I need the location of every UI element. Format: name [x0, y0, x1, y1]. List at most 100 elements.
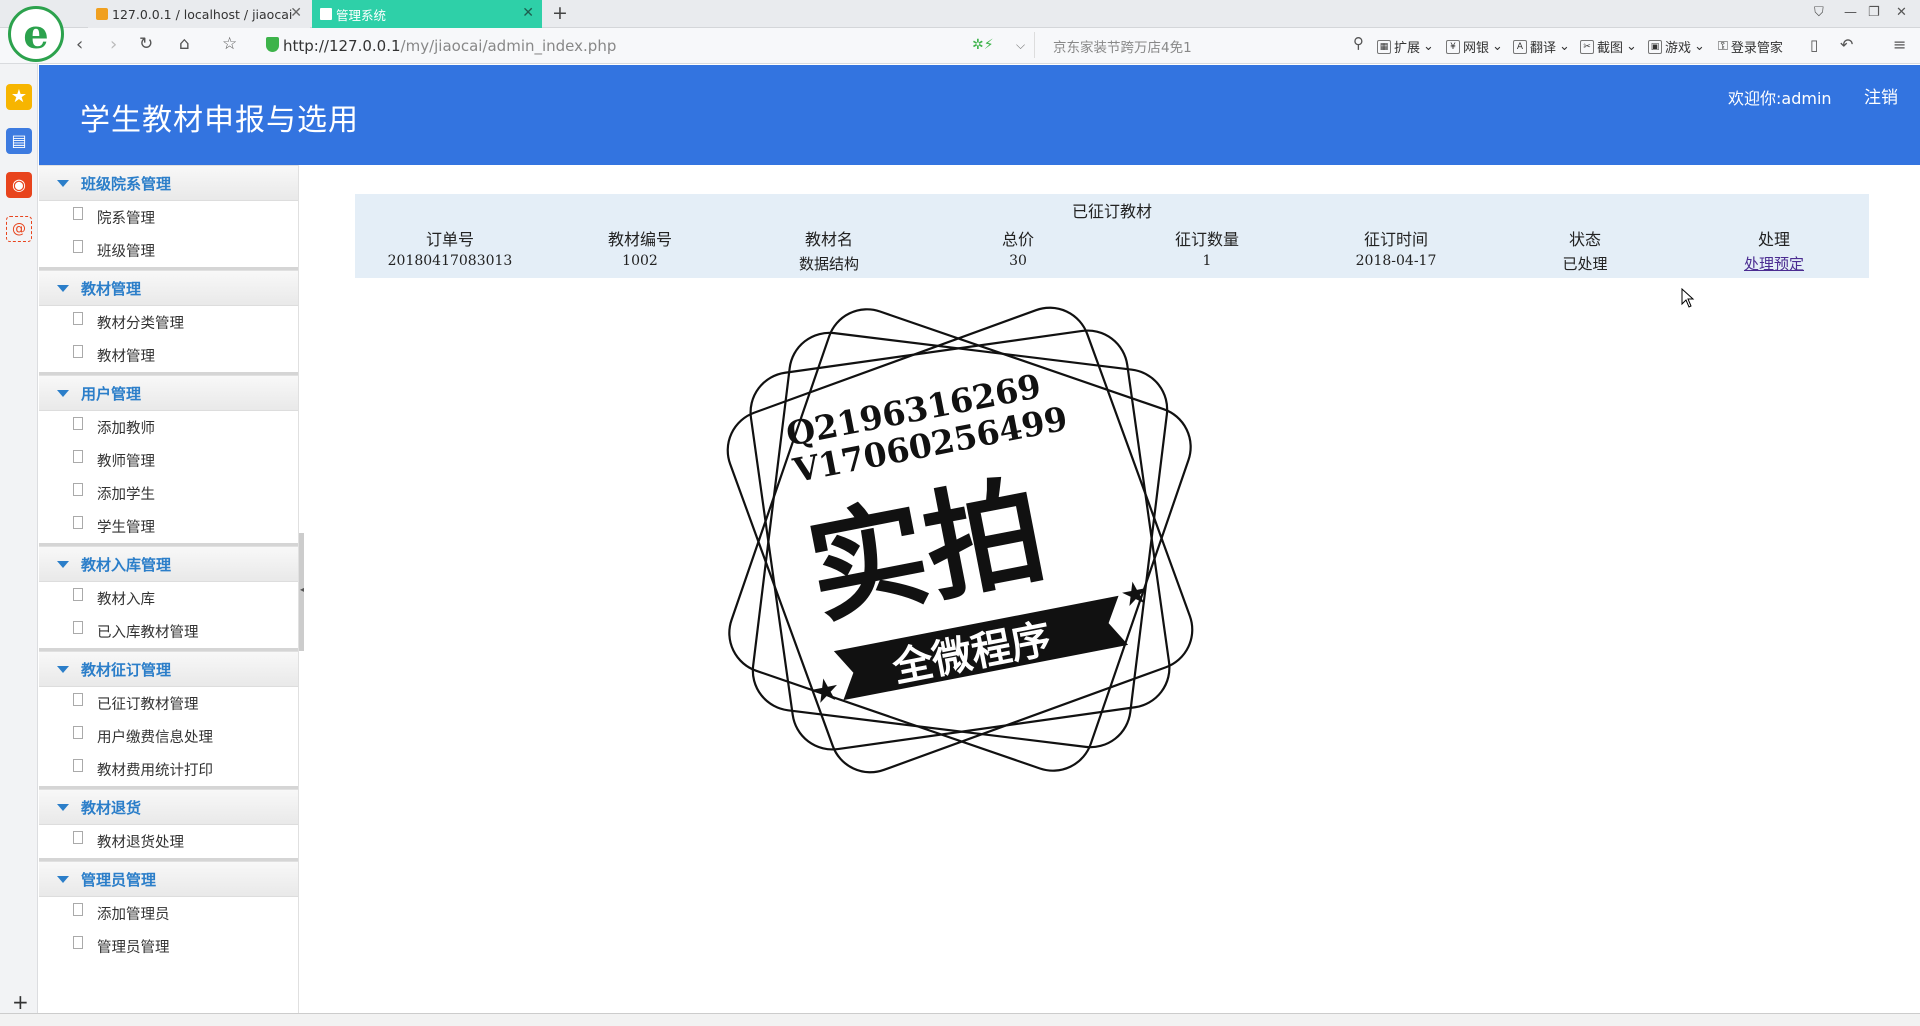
- document-icon: [73, 588, 83, 601]
- reader-icon[interactable]: ▯: [1810, 36, 1818, 54]
- document-icon: [73, 621, 83, 634]
- menu-group-label: 教材管理: [81, 279, 142, 298]
- action-cell: 处理预定: [1679, 253, 1869, 274]
- games-button[interactable]: ▣ 游戏 ⌄: [1648, 37, 1705, 56]
- translate-button[interactable]: A 翻译 ⌄: [1513, 37, 1570, 56]
- screenshot-icon: ✂: [1580, 39, 1594, 54]
- search-box[interactable]: 京东家装节跨万店4免1 ⚲: [1034, 32, 1370, 58]
- total-price: 30: [1009, 253, 1027, 269]
- menu-group-header[interactable]: 教材入库管理: [39, 546, 298, 582]
- menu-item-book-manage[interactable]: 教材管理: [39, 339, 298, 372]
- address-bar[interactable]: http://127.0.0.1/my/jiaocai/admin_index.…: [283, 37, 616, 55]
- browser-tab-admin[interactable]: 管理系统 ✕: [312, 0, 542, 28]
- menu-item-stock-in[interactable]: 教材入库: [39, 582, 298, 615]
- close-icon[interactable]: ✕: [290, 5, 302, 21]
- sidebar-collapse-handle[interactable]: ◂: [299, 533, 304, 651]
- browser-logo-icon[interactable]: e: [8, 6, 64, 62]
- forward-icon[interactable]: ›: [110, 34, 117, 55]
- menu-item-class[interactable]: 班级管理: [39, 234, 298, 267]
- menu-item-label: 班级管理: [97, 244, 155, 260]
- order-date: 2018-04-17: [1355, 253, 1437, 269]
- menu-item-teacher-manage[interactable]: 教师管理: [39, 444, 298, 477]
- menu-item-fee-print[interactable]: 教材费用统计打印: [39, 753, 298, 786]
- menu-item-payment-info[interactable]: 用户缴费信息处理: [39, 720, 298, 753]
- menu-item-add-student[interactable]: 添加学生: [39, 477, 298, 510]
- new-tab-button[interactable]: +: [552, 2, 568, 24]
- menu-group-header[interactable]: 管理员管理: [39, 861, 298, 897]
- triangle-down-icon: [57, 803, 69, 811]
- logout-link[interactable]: 注销: [1864, 83, 1898, 108]
- extensions-button[interactable]: ▦ 扩展 ⌄: [1377, 37, 1434, 56]
- tool-label: 扩展: [1394, 41, 1421, 56]
- document-icon: [73, 345, 83, 358]
- menu-item-book-category[interactable]: 教材分类管理: [39, 306, 298, 339]
- menu-item-admin-manage[interactable]: 管理员管理: [39, 930, 298, 963]
- menu-item-label: 教材退货处理: [97, 835, 184, 851]
- menu-item-label: 用户缴费信息处理: [97, 730, 213, 746]
- triangle-down-icon: [57, 179, 69, 187]
- menu-group-admins: 管理员管理 添加管理员 管理员管理: [39, 861, 298, 963]
- menu-group-header[interactable]: 教材管理: [39, 270, 298, 306]
- table-caption: 已征订教材: [1071, 202, 1152, 221]
- menu-item-label: 教材管理: [97, 349, 155, 365]
- menu-group-label: 管理员管理: [81, 870, 157, 889]
- reload-icon[interactable]: ↻: [139, 34, 153, 54]
- menu-item-return[interactable]: 教材退货处理: [39, 825, 298, 858]
- watermark-stamp: Q2196316269 V17060256499 实拍 全微程序 ★ ★: [726, 306, 1194, 774]
- menu-item-student-manage[interactable]: 学生管理: [39, 510, 298, 543]
- column-header: 教材名: [804, 230, 853, 249]
- address-toolbar: ‹ › ↻ ⌂ ☆ http://127.0.0.1/my/jiaocai/ad…: [0, 28, 1920, 64]
- menu-item-dept[interactable]: 院系管理: [39, 201, 298, 234]
- close-icon[interactable]: ✕: [522, 5, 534, 21]
- search-input[interactable]: 京东家装节跨万店4免1: [1053, 36, 1192, 56]
- menu-group-returns: 教材退货 教材退货处理: [39, 789, 298, 861]
- document-icon: [73, 450, 83, 463]
- column-header: 教材编号: [607, 230, 672, 249]
- document-icon: [73, 726, 83, 739]
- menu-group-header[interactable]: 班级院系管理: [39, 165, 298, 201]
- menu-group-header[interactable]: 用户管理: [39, 375, 298, 411]
- menu-item-stocked-manage[interactable]: 已入库教材管理: [39, 615, 298, 648]
- order-quantity: 1: [1202, 253, 1212, 269]
- skin-icon[interactable]: ⛉: [1814, 5, 1824, 20]
- screenshot-button[interactable]: ✂ 截图 ⌄: [1580, 37, 1637, 56]
- tool-label: 网银: [1463, 41, 1490, 56]
- app-header: 学生教材申报与选用 欢迎你:admin 注销: [39, 65, 1920, 165]
- browser-tab-phpmyadmin[interactable]: 127.0.0.1 / localhost / jiaocai ✕: [88, 0, 310, 28]
- column-header: 总价: [1001, 230, 1034, 249]
- document-icon: [73, 759, 83, 772]
- menu-group-header[interactable]: 教材退货: [39, 789, 298, 825]
- home-icon[interactable]: ⌂: [179, 34, 190, 54]
- process-order-link[interactable]: 处理预定: [1744, 255, 1804, 273]
- email-icon[interactable]: @: [6, 216, 32, 242]
- back-icon[interactable]: ‹: [76, 34, 83, 55]
- mouse-cursor-icon: [1681, 288, 1695, 308]
- collapse-arrow-icon: ◂: [300, 585, 305, 594]
- chevron-down-icon[interactable]: ⌵: [1016, 38, 1025, 53]
- weibo-icon[interactable]: ◉: [6, 172, 32, 198]
- news-icon[interactable]: ▤: [6, 128, 32, 154]
- undo-icon[interactable]: ↶: [1840, 35, 1853, 54]
- restore-icon[interactable]: ❐: [1868, 5, 1880, 20]
- menu-group-label: 用户管理: [81, 384, 142, 403]
- bookmark-star-icon[interactable]: ☆: [222, 34, 237, 54]
- menu-group-header[interactable]: 教材征订管理: [39, 651, 298, 687]
- speed-icon[interactable]: ✲⚡: [972, 37, 994, 53]
- add-icon[interactable]: +: [12, 990, 29, 1014]
- sidebar-menu: 班级院系管理 院系管理 班级管理 教材管理 教材分类管理 教材管理 用户管理 添…: [39, 165, 299, 1013]
- close-window-icon[interactable]: ✕: [1896, 5, 1907, 20]
- menu-item-add-teacher[interactable]: 添加教师: [39, 411, 298, 444]
- search-icon[interactable]: ⚲: [1353, 34, 1364, 52]
- minimize-icon[interactable]: —: [1844, 5, 1857, 20]
- netbank-button[interactable]: ¥ 网银 ⌄: [1446, 37, 1503, 56]
- table-row: 20180417083013 1002 数据结构 30 1 2018-04-17…: [355, 253, 1869, 274]
- menu-item-ordered-manage[interactable]: 已征订教材管理: [39, 687, 298, 720]
- menu-item-add-admin[interactable]: 添加管理员: [39, 897, 298, 930]
- menu-item-label: 添加教师: [97, 421, 155, 437]
- menu-icon[interactable]: ≡: [1893, 35, 1906, 54]
- favorites-star-icon[interactable]: ★: [6, 84, 32, 110]
- login-manager-button[interactable]: ⚿ 登录管家: [1718, 37, 1783, 56]
- browser-sidebar: ★ ▤ ◉ @: [0, 64, 38, 1026]
- menu-item-label: 已征订教材管理: [97, 697, 199, 713]
- games-icon: ▣: [1648, 39, 1662, 54]
